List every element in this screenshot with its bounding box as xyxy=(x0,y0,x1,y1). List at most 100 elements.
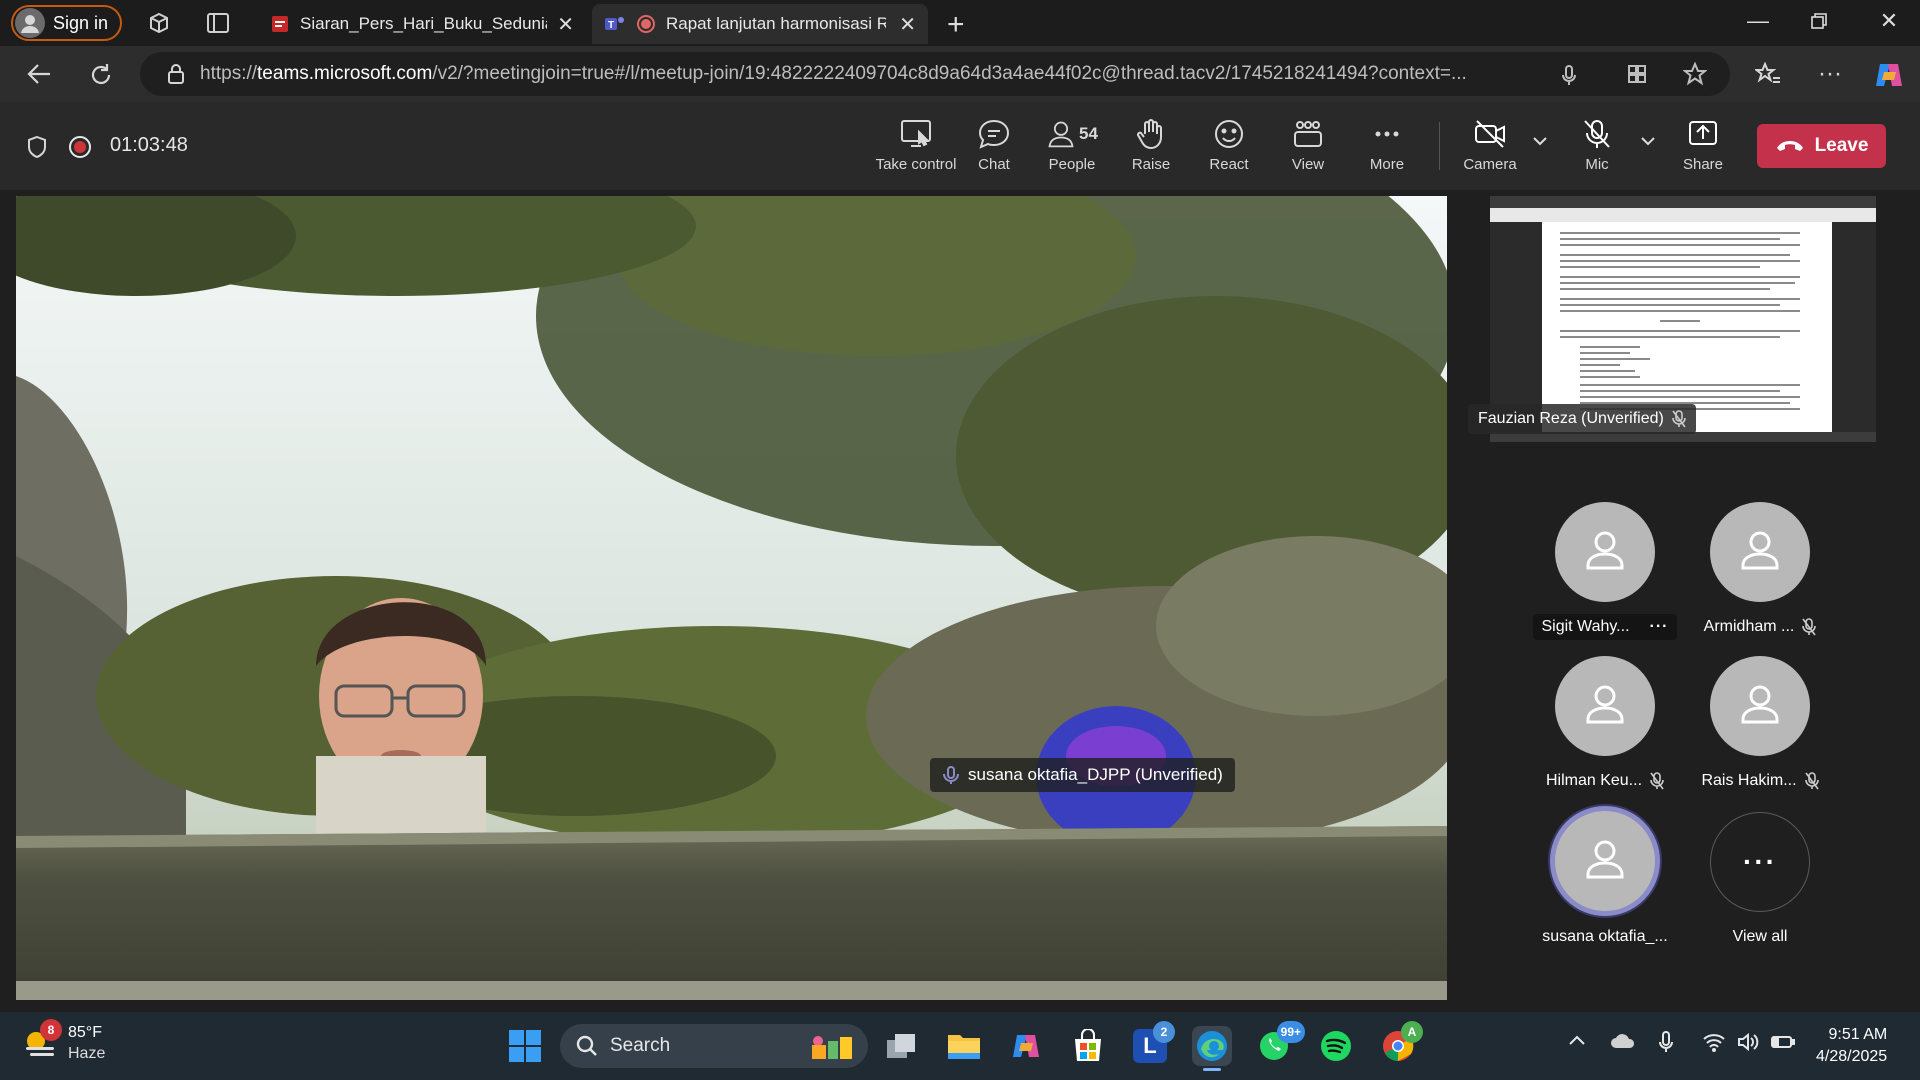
start-button[interactable] xyxy=(505,1026,545,1066)
clock-date: 4/28/2025 xyxy=(1816,1048,1888,1065)
recording-icon xyxy=(636,14,656,34)
url-domain: teams.microsoft.com xyxy=(257,63,433,84)
leave-label: Leave xyxy=(1814,135,1869,156)
favorites-icon[interactable] xyxy=(1755,62,1781,86)
site-info-lock-icon[interactable] xyxy=(166,63,186,85)
browser-tab-pdf[interactable]: Siaran_Pers_Hari_Buku_Sedunia[1] ✕ xyxy=(258,4,586,44)
camera-button[interactable]: Camera xyxy=(1450,118,1530,178)
participant-tile[interactable]: Hilman Keu... xyxy=(1530,656,1680,794)
profile-avatar-icon xyxy=(15,8,45,38)
new-tab-button[interactable]: + xyxy=(947,8,965,42)
take-control-button[interactable]: Take control xyxy=(866,118,966,178)
chat-button[interactable]: Chat xyxy=(954,118,1034,178)
people-label: People xyxy=(1048,156,1096,173)
weather-description: Haze xyxy=(68,1045,106,1062)
react-button[interactable]: React xyxy=(1189,118,1269,178)
participant-name: Rais Hakim... xyxy=(1701,772,1797,789)
search-label: Search xyxy=(610,1035,671,1056)
more-icon xyxy=(1375,131,1399,137)
sign-in-button[interactable]: Sign in xyxy=(11,5,122,41)
microsoft-store-icon[interactable] xyxy=(1068,1026,1108,1066)
person-icon xyxy=(1586,840,1624,879)
shield-icon[interactable] xyxy=(26,135,48,159)
chat-label: Chat xyxy=(978,156,1010,173)
participant-avatar xyxy=(1555,656,1655,756)
copilot-icon[interactable] xyxy=(1872,58,1906,92)
take-control-icon xyxy=(901,120,931,147)
task-view-icon[interactable] xyxy=(881,1026,921,1066)
view-all-label: View all xyxy=(1732,928,1788,945)
wifi-icon[interactable] xyxy=(1702,1032,1726,1052)
system-clock[interactable]: 9:51 AM 4/28/2025 xyxy=(1816,1024,1887,1068)
more-icon: ··· xyxy=(1743,846,1777,877)
onedrive-icon[interactable] xyxy=(1610,1030,1636,1050)
person-icon xyxy=(1586,531,1624,570)
refresh-icon[interactable] xyxy=(88,62,114,88)
microphone-permission-icon[interactable] xyxy=(1561,64,1577,86)
l-app-icon[interactable]: L 2 xyxy=(1130,1021,1175,1066)
share-button[interactable]: Share xyxy=(1663,118,1743,178)
app-available-icon[interactable] xyxy=(1626,63,1648,85)
leave-button[interactable]: Leave xyxy=(1757,124,1886,168)
view-label: View xyxy=(1291,156,1325,173)
react-label: React xyxy=(1209,156,1249,173)
browser-menu-icon[interactable]: ··· xyxy=(1818,60,1842,88)
browser-tab-teams[interactable]: T Rapat lanjutan harmonisasi R ✕ xyxy=(592,4,928,44)
whatsapp-icon[interactable]: 99+ xyxy=(1254,1021,1305,1066)
address-bar[interactable]: https://teams.microsoft.com/v2/?meetingj… xyxy=(140,52,1730,96)
svg-text:T: T xyxy=(608,20,614,31)
workspaces-icon[interactable] xyxy=(146,10,172,36)
main-speaker-name: susana oktafia_DJPP (Unverified) xyxy=(968,765,1223,784)
main-speaker-video[interactable] xyxy=(16,196,1447,1000)
screen-share-name-tag: Fauzian Reza (Unverified) xyxy=(1468,404,1696,434)
copilot-app-icon[interactable] xyxy=(1006,1026,1046,1066)
view-button[interactable]: View xyxy=(1268,118,1348,178)
people-button[interactable]: 54 People xyxy=(1032,118,1112,178)
weather-alert-badge: 8 xyxy=(40,1019,62,1041)
participant-tile[interactable]: Sigit Wahy... ··· xyxy=(1530,502,1680,640)
edge-browser-icon[interactable] xyxy=(1192,1026,1232,1066)
mic-button[interactable]: Mic xyxy=(1557,118,1637,178)
whatsapp-icon-wrap: 99+ xyxy=(1257,1021,1305,1063)
chrome-icon[interactable]: A xyxy=(1378,1021,1423,1066)
restore-icon[interactable] xyxy=(1808,10,1838,40)
screen-share-presenter-name: Fauzian Reza (Unverified) xyxy=(1478,410,1664,427)
sign-in-label: Sign in xyxy=(53,12,109,33)
participant-more-options-icon[interactable]: ··· xyxy=(1650,618,1669,636)
close-window-icon[interactable]: ✕ xyxy=(1874,8,1904,38)
mic-muted-icon xyxy=(1802,618,1817,636)
participant-tile-speaking[interactable]: susana oktafia_... xyxy=(1530,806,1680,950)
minimize-icon[interactable]: — xyxy=(1743,8,1773,38)
participant-name: Sigit Wahy... xyxy=(1541,618,1630,635)
raise-hand-button[interactable]: Raise xyxy=(1111,118,1191,178)
favorite-star-icon[interactable] xyxy=(1683,62,1707,86)
weather-temperature: 85°F xyxy=(68,1024,102,1041)
view-all-circle: ··· xyxy=(1710,812,1810,912)
mic-muted-icon xyxy=(1650,772,1664,790)
battery-icon[interactable] xyxy=(1770,1034,1796,1050)
participant-tile[interactable]: Rais Hakim... xyxy=(1685,656,1835,794)
volume-icon[interactable] xyxy=(1736,1032,1760,1052)
more-label: More xyxy=(1369,156,1405,173)
participant-name-tag: Sigit Wahy... ··· xyxy=(1533,614,1677,640)
participant-name-tag: Armidham ... xyxy=(1696,614,1825,640)
microphone-tray-icon[interactable] xyxy=(1658,1030,1674,1054)
recording-indicator-icon xyxy=(68,135,92,159)
camera-options-chevron-icon[interactable] xyxy=(1532,136,1548,146)
spotify-icon[interactable] xyxy=(1316,1026,1356,1066)
mic-label: Mic xyxy=(1585,156,1609,173)
show-hidden-icons-chevron-icon[interactable] xyxy=(1568,1034,1586,1046)
weather-widget[interactable]: 8 85°F Haze xyxy=(22,1019,106,1064)
taskbar-search[interactable]: Search xyxy=(560,1024,868,1068)
back-icon[interactable] xyxy=(26,62,52,86)
close-tab-icon[interactable]: ✕ xyxy=(557,12,574,37)
view-all-participants-button[interactable]: ··· View all xyxy=(1685,812,1835,950)
participant-tile[interactable]: Armidham ... xyxy=(1685,502,1835,640)
participant-name: Hilman Keu... xyxy=(1545,772,1643,789)
close-tab-icon[interactable]: ✕ xyxy=(899,12,916,37)
tab-actions-icon[interactable] xyxy=(205,10,231,36)
mic-options-chevron-icon[interactable] xyxy=(1640,136,1656,146)
view-icon xyxy=(1294,121,1322,147)
more-button[interactable]: More xyxy=(1347,118,1427,178)
file-explorer-icon[interactable] xyxy=(944,1026,984,1066)
